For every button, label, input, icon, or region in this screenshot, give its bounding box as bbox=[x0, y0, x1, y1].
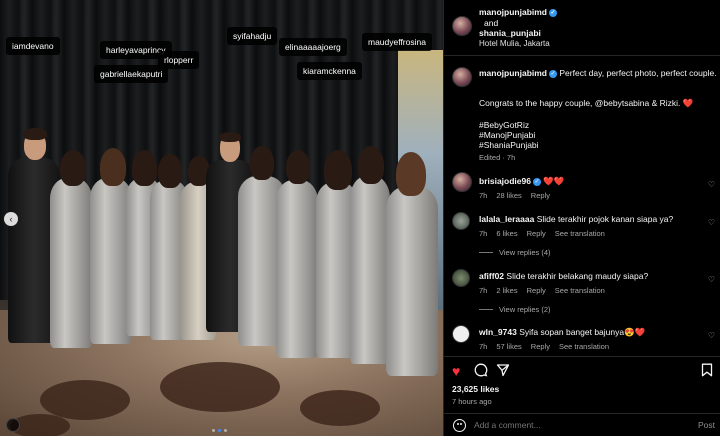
comment-body: Syifa sopan banget bajunya😍❤️ bbox=[519, 327, 646, 337]
post-actions: ♥ bbox=[444, 356, 720, 380]
like-comment-icon[interactable]: ♡ bbox=[708, 275, 715, 284]
caption-main: manojpunjabimd ✓ Perfect day, perfect pho… bbox=[479, 67, 719, 79]
caption-meta: Edited · 7h bbox=[479, 153, 516, 162]
photo-tag[interactable]: maudyeffrosina bbox=[362, 33, 432, 51]
comment-time: 7h bbox=[479, 286, 488, 295]
comment-likes[interactable]: 6 likes bbox=[496, 229, 517, 238]
like-comment-icon[interactable]: ♡ bbox=[708, 331, 715, 340]
caption-username[interactable]: manojpunjabimd bbox=[479, 68, 547, 78]
view-replies-button[interactable]: View replies (4) bbox=[479, 248, 551, 257]
comment-body: ❤️❤️ bbox=[543, 176, 565, 186]
avatar[interactable] bbox=[452, 212, 470, 230]
verified-icon: ✓ bbox=[532, 177, 541, 186]
carousel-dot-active bbox=[218, 429, 221, 432]
comment-username[interactable]: brisiajodie96 bbox=[479, 176, 531, 186]
header-and: and bbox=[484, 18, 499, 28]
reply-button[interactable]: Reply bbox=[527, 229, 546, 238]
view-replies-label: View replies (2) bbox=[499, 305, 551, 314]
post-button[interactable]: Post bbox=[698, 420, 715, 430]
carousel-dots bbox=[212, 429, 227, 432]
comment-text: wln_9743 Syifa sopan banget bajunya😍❤️ bbox=[479, 327, 704, 338]
bookmark-icon[interactable] bbox=[701, 363, 713, 380]
comment-time: 7h bbox=[479, 229, 488, 238]
comment-text: brisiajodie96 ✓ ❤️❤️ bbox=[479, 176, 704, 187]
photo-tag[interactable]: elinaaaaajoerg bbox=[279, 38, 347, 56]
comment-likes[interactable]: 28 likes bbox=[496, 191, 521, 200]
carousel-dot bbox=[224, 429, 227, 432]
caption-line2: Congrats to the happy couple, @bebytsabi… bbox=[479, 97, 719, 109]
reply-button[interactable]: Reply bbox=[531, 342, 550, 351]
comment-input[interactable] bbox=[474, 420, 674, 430]
avatar[interactable] bbox=[452, 269, 470, 287]
caption-congrats: Congrats to the happy couple, @bebytsabi… bbox=[479, 98, 681, 108]
photo-tag[interactable]: iamdevano bbox=[6, 37, 60, 55]
header-collaborator[interactable]: shania_punjabi bbox=[479, 28, 541, 38]
post-time: 7 hours ago bbox=[452, 397, 492, 406]
add-comment-bar: Post bbox=[444, 413, 720, 436]
post-photo[interactable]: iamdevano harleyavaprincy rlopperr gabri… bbox=[0, 0, 443, 436]
view-replies-label: View replies (4) bbox=[499, 248, 551, 257]
comment-meta: 7h 6 likes Reply See translation bbox=[479, 229, 605, 238]
emoji-icon[interactable] bbox=[453, 419, 466, 432]
comment-username[interactable]: wln_9743 bbox=[479, 327, 517, 337]
see-translation-button[interactable]: See translation bbox=[555, 286, 605, 295]
carousel-dot bbox=[212, 429, 215, 432]
avatar[interactable] bbox=[452, 16, 472, 36]
comment-text: lalala_leraaaa Slide terakhir pojok kana… bbox=[479, 214, 704, 224]
comment-meta: 7h 28 likes Reply bbox=[479, 191, 550, 200]
chevron-left-icon[interactable]: ‹ bbox=[4, 212, 18, 226]
heart-icon: ❤️ bbox=[682, 98, 694, 108]
comment-time: 7h bbox=[479, 342, 488, 351]
like-comment-icon[interactable]: ♡ bbox=[708, 218, 715, 227]
like-comment-icon[interactable]: ♡ bbox=[708, 180, 715, 189]
comment-icon[interactable] bbox=[474, 363, 488, 380]
photo-tag[interactable]: syifahadju bbox=[227, 27, 278, 45]
reply-button[interactable]: Reply bbox=[531, 191, 550, 200]
comment-body: Slide terakhir pojok kanan siapa ya? bbox=[536, 214, 674, 224]
avatar[interactable] bbox=[452, 172, 472, 192]
header-location[interactable]: Hotel Mulia, Jakarta bbox=[479, 39, 550, 48]
comment-likes[interactable]: 2 likes bbox=[496, 286, 517, 295]
view-replies-button[interactable]: View replies (2) bbox=[479, 305, 551, 314]
post-side-panel: manojpunjabimd ✓ and shania_punjabi Hotel… bbox=[443, 0, 720, 436]
likes-count[interactable]: 23,625 likes bbox=[452, 384, 499, 394]
comment-username[interactable]: lalala_leraaaa bbox=[479, 214, 534, 224]
header-username[interactable]: manojpunjabimd ✓ bbox=[479, 7, 557, 17]
post-header: manojpunjabimd ✓ and shania_punjabi Hotel… bbox=[444, 0, 720, 56]
verified-icon: ✓ bbox=[549, 8, 557, 17]
comment-username[interactable]: afiff02 bbox=[479, 271, 504, 281]
comment-meta: 7h 57 likes Reply See translation bbox=[479, 342, 609, 351]
caption-hashtag[interactable]: #ShaniaPunjabi bbox=[479, 139, 719, 151]
verified-icon: ✓ bbox=[549, 69, 557, 78]
see-translation-button[interactable]: See translation bbox=[555, 229, 605, 238]
see-translation-button[interactable]: See translation bbox=[559, 342, 609, 351]
like-icon[interactable]: ♥ bbox=[452, 363, 460, 379]
photo-tag[interactable]: kiaramckenna bbox=[297, 62, 362, 80]
comment-text: afiff02 Slide terakhir belakang maudy si… bbox=[479, 271, 704, 281]
caption-line1: Perfect day, perfect photo, perfect coup… bbox=[559, 68, 717, 78]
reply-button[interactable]: Reply bbox=[527, 286, 546, 295]
user-tags-icon[interactable] bbox=[6, 418, 20, 432]
comment-time: 7h bbox=[479, 191, 488, 200]
avatar[interactable] bbox=[452, 67, 472, 87]
comment-meta: 7h 2 likes Reply See translation bbox=[479, 286, 605, 295]
comment-likes[interactable]: 57 likes bbox=[496, 342, 521, 351]
share-icon[interactable] bbox=[496, 363, 510, 380]
photo-tag[interactable]: gabriellaekaputri bbox=[94, 65, 169, 83]
comment-body: Slide terakhir belakang maudy siapa? bbox=[506, 271, 649, 281]
avatar[interactable] bbox=[452, 325, 470, 343]
